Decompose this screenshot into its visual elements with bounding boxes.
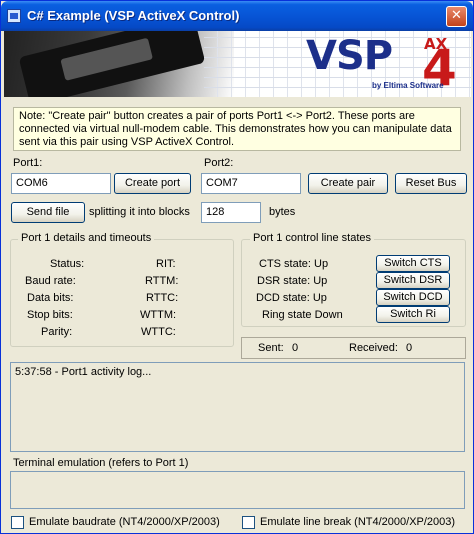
wttc-label: WTTC: [141, 326, 176, 338]
title-bar[interactable]: C# Example (VSP ActiveX Control) ✕ [1, 1, 473, 31]
emulate-baudrate-label[interactable]: Emulate baudrate (NT4/2000/XP/2003) [29, 516, 220, 528]
stop-bits-label: Stop bits: [27, 309, 73, 321]
switch-dsr-button[interactable]: Switch DSR [376, 272, 450, 289]
received-label: Received: [349, 342, 398, 354]
switch-cts-button[interactable]: Switch CTS [376, 255, 450, 272]
dsr-state-label: DSR state: Up [257, 275, 328, 287]
app-icon [7, 9, 21, 23]
banner-connector-photo [4, 31, 234, 97]
terminal-label: Terminal emulation (refers to Port 1) [13, 457, 189, 469]
note-box: Note: "Create pair" button creates a pai… [13, 107, 461, 151]
close-button[interactable]: ✕ [446, 6, 467, 27]
terminal-emulation-area[interactable] [10, 471, 465, 509]
control-lines-title: Port 1 control line states [250, 232, 375, 244]
block-size-unit: bytes [269, 206, 296, 218]
baud-rate-label: Baud rate: [25, 275, 76, 287]
status-label: Status: [50, 258, 85, 270]
rttm-label: RTTM: [145, 275, 179, 287]
cts-state-label: CTS state: Up [259, 258, 329, 270]
emulate-line-break-checkbox[interactable] [242, 516, 255, 529]
rttc-label: RTTC: [146, 292, 179, 304]
send-file-button[interactable]: Send file [11, 202, 85, 223]
splitting-label: splitting it into blocks [89, 206, 190, 218]
port1-details-title: Port 1 details and timeouts [18, 232, 155, 244]
port1-input[interactable]: COM6 [11, 173, 111, 194]
parity-label: Parity: [41, 326, 73, 338]
activity-log[interactable]: 5:37:58 - Port1 activity log... [10, 362, 465, 452]
switch-dcd-button[interactable]: Switch DCD [376, 289, 450, 306]
data-bits-label: Data bits: [27, 292, 74, 304]
port2-input[interactable]: COM7 [201, 173, 301, 194]
create-port-button[interactable]: Create port [114, 173, 191, 194]
banner: VSP AX 4 by Eltima Software [4, 31, 471, 97]
serial-connector-image [18, 31, 206, 97]
main-window: C# Example (VSP ActiveX Control) ✕ VSP A… [0, 0, 474, 534]
logo-byline: by Eltima Software [372, 81, 444, 90]
rit-label: RIT: [156, 258, 176, 270]
switch-ri-button[interactable]: Switch Ri [376, 306, 450, 323]
create-pair-button[interactable]: Create pair [308, 173, 388, 194]
window-title: C# Example (VSP ActiveX Control) [27, 8, 240, 23]
emulate-baudrate-checkbox[interactable] [11, 516, 24, 529]
sent-label: Sent: [258, 342, 284, 354]
block-size-input[interactable]: 128 [201, 202, 261, 223]
sent-value: 0 [292, 342, 299, 354]
ring-state-label: Ring state Down [262, 309, 343, 321]
port2-label: Port2: [204, 157, 234, 169]
wttm-label: WTTM: [140, 309, 177, 321]
received-value: 0 [406, 342, 413, 354]
logo-vsp-text: VSP [306, 33, 393, 79]
reset-bus-button[interactable]: Reset Bus [395, 173, 467, 194]
log-text: 5:37:58 - Port1 activity log... [15, 366, 152, 378]
port1-label: Port1: [13, 157, 43, 169]
dcd-state-label: DCD state: Up [256, 292, 327, 304]
emulate-line-break-label[interactable]: Emulate line break (NT4/2000/XP/2003) [260, 516, 455, 528]
